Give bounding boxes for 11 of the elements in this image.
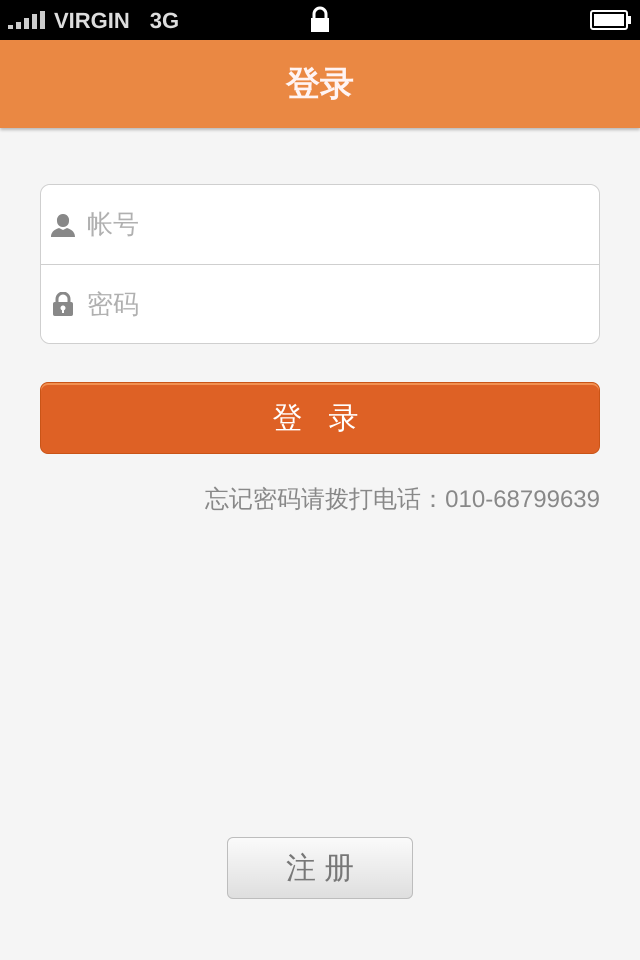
person-icon [51,212,75,236]
login-button[interactable]: 登 录 [40,382,600,454]
lock-icon [53,292,73,316]
page-title: 登录 [286,64,354,104]
signal-icon [8,11,46,29]
lock-icon [310,6,330,32]
network-type: 3G [150,6,180,34]
battery-icon [590,10,632,30]
carrier-name: VIRGIN [54,6,130,34]
forgot-password-hint: 忘记密码请拨打电话：010-68799639 [205,485,600,515]
register-button[interactable]: 注 册 [227,837,413,899]
